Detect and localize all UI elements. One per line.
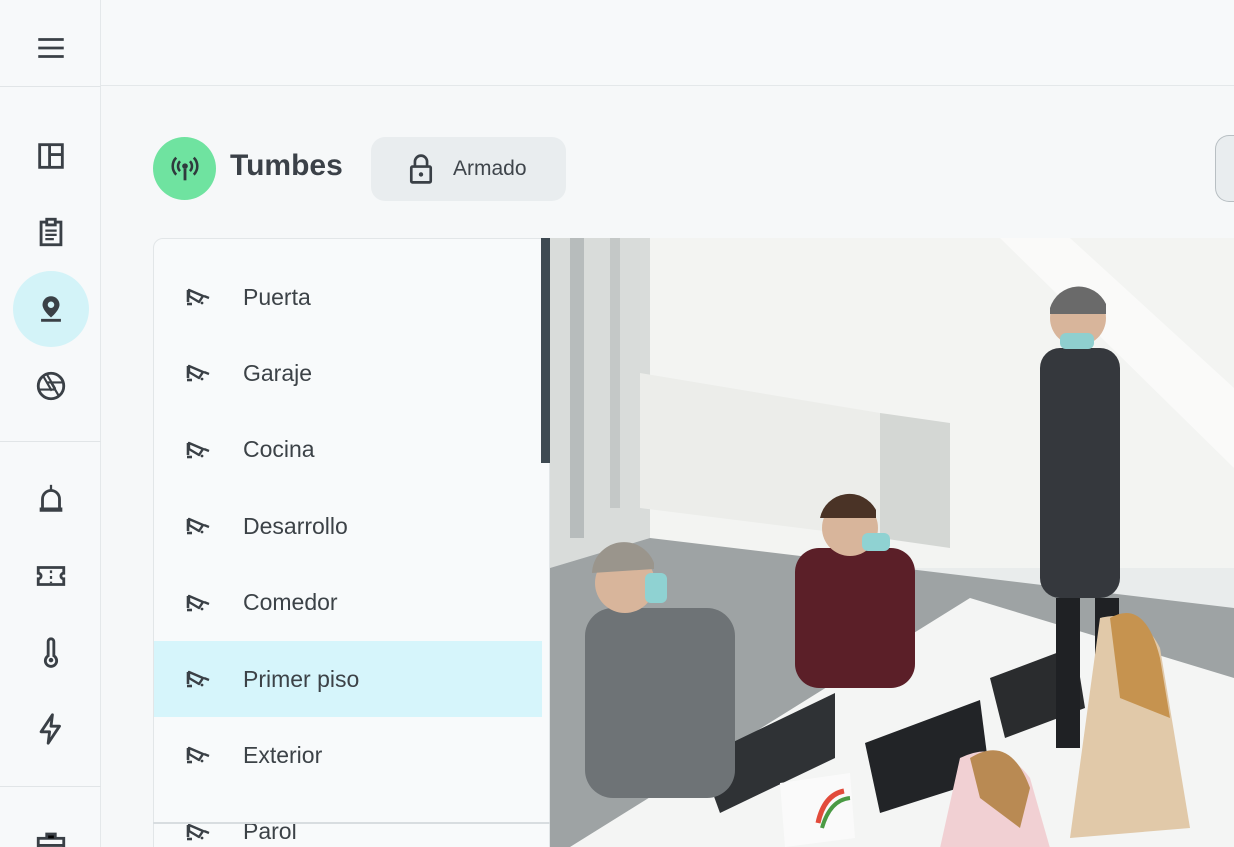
camera-item[interactable]: Exterior: [154, 717, 542, 793]
camera-item-label: Cocina: [243, 436, 315, 463]
app-root: Tumbes Armado Puerta Garaje Cocina Desarrol…: [0, 0, 1234, 847]
dashboard-icon: [38, 143, 64, 169]
security-camera-icon: [186, 441, 210, 459]
rail-item-sites[interactable]: [13, 271, 89, 347]
camera-item-label: Primer piso: [243, 665, 360, 692]
camera-item-label: Garaje: [243, 359, 313, 386]
camera-item-label: Comedor: [243, 589, 338, 616]
site-title: Tumbes: [230, 149, 343, 182]
camera-item[interactable]: Puerta: [154, 259, 542, 335]
security-camera-icon: [186, 288, 210, 306]
rail-item-tickets[interactable]: [13, 538, 89, 614]
rail-item-dashboard[interactable]: [13, 118, 89, 194]
rail-item-reports[interactable]: [13, 194, 89, 270]
camera-item[interactable]: Primer piso: [154, 641, 542, 717]
security-camera-icon: [186, 747, 210, 764]
camera-item[interactable]: Garaje: [154, 335, 542, 411]
security-camera-icon: [186, 517, 210, 535]
security-camera-icon: [186, 670, 210, 688]
camera-feed-preview[interactable]: [550, 238, 1234, 847]
camera-feed-image: [550, 238, 1234, 847]
camera-item-label: Exterior: [243, 741, 323, 768]
rail-divider-top: [0, 86, 101, 87]
top-bar: [101, 0, 1234, 86]
arm-status-button[interactable]: Armado: [371, 137, 566, 201]
camera-shutter-icon: [36, 371, 66, 401]
site-status-badge: [153, 137, 216, 200]
camera-item[interactable]: Cocina: [154, 412, 542, 488]
arm-status-label: Armado: [453, 157, 527, 180]
overflow-control[interactable]: [1215, 135, 1234, 202]
clipboard-icon: [39, 217, 63, 247]
camera-list-scrollbar[interactable]: [541, 238, 550, 463]
camera-item[interactable]: Parol: [154, 794, 542, 847]
antenna-icon: [171, 156, 198, 180]
rail-divider-mid: [0, 441, 101, 442]
lightning-icon: [39, 713, 61, 745]
camera-item-label: Puerta: [243, 283, 311, 310]
security-camera-icon: [186, 594, 210, 611]
camera-item-label: Desarrollo: [243, 512, 348, 539]
alarm-siren-icon: [39, 484, 63, 512]
rail-item-temperature[interactable]: [13, 615, 89, 691]
security-camera-icon: [186, 365, 210, 382]
location-pin-icon: [41, 296, 61, 322]
camera-list: Puerta Garaje Cocina Desarrollo Comedor Prime…: [153, 238, 550, 847]
rail-item-alarms[interactable]: [13, 461, 89, 537]
menu-button[interactable]: [13, 10, 89, 86]
thermometer-icon: [43, 637, 59, 668]
toolbox-icon: [36, 832, 66, 847]
camera-item[interactable]: Desarrollo: [154, 488, 542, 564]
menu-icon: [38, 38, 64, 58]
nav-rail: [0, 0, 101, 847]
rail-item-energy[interactable]: [13, 691, 89, 767]
ticket-icon: [36, 566, 66, 586]
rail-divider-bottom: [0, 786, 101, 787]
camera-item[interactable]: Comedor: [154, 565, 542, 641]
rail-item-tools[interactable]: [13, 806, 89, 847]
lock-icon: [409, 154, 433, 184]
rail-item-cameras[interactable]: [13, 348, 89, 424]
camera-list-footer: [153, 822, 550, 824]
